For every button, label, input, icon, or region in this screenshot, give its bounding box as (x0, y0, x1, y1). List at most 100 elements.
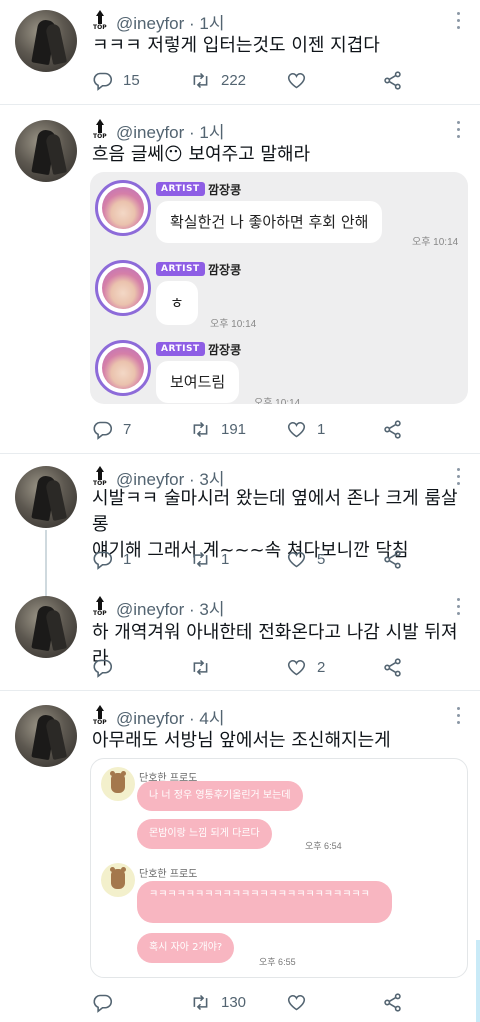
tweet-actions: 1 1 5 (92, 548, 432, 570)
tweet-handle[interactable]: @ineyfor · 1시 (116, 118, 224, 143)
avatar[interactable] (15, 10, 77, 72)
chat-avatar (101, 767, 135, 801)
more-icon[interactable] (451, 598, 465, 618)
more-icon[interactable] (451, 12, 465, 32)
top-icon: TOP (92, 466, 108, 488)
retweet-icon (193, 421, 208, 437)
chat-bubble: ㅋㅋㅋㅋㅋㅋㅋㅋㅋㅋㅋㅋㅋㅋㅋㅋㅋㅋㅋㅋㅋㅋㅋㅋ (137, 881, 392, 923)
share-icon (384, 70, 401, 90)
tweet-text: ㅋㅋㅋ 저렇게 입터는것도 이젠 지겹다 (92, 35, 380, 56)
tweet-handle[interactable]: @ineyfor · 4시 (116, 704, 224, 729)
share-icon (384, 419, 401, 439)
top-icon: TOP (92, 705, 108, 727)
chat-time: 오후 10:14 (412, 237, 459, 248)
chat-sender-name: 깜장콩 (208, 343, 242, 357)
retweet-button[interactable]: 130 (190, 991, 246, 1013)
reply-button[interactable]: 1 (92, 548, 131, 570)
chat-bubble: ㅎ (156, 281, 198, 325)
avatar[interactable] (15, 705, 77, 767)
like-button[interactable] (286, 991, 317, 1013)
tweet-2[interactable]: TOP @ineyfor · 1시 흐음 글쎄😶 보여주고 말해라 ARTIST… (0, 105, 480, 453)
reply-button[interactable]: 15 (92, 69, 140, 91)
tweet-handle[interactable]: @ineyfor · 3시 (116, 595, 224, 620)
tweet-actions: 2 (92, 656, 432, 678)
chat-bubble: 보여드림 (156, 361, 240, 403)
reply-icon (93, 72, 113, 91)
embedded-chat-image[interactable]: ARTIST 깜장콩 확실한건 나 좋아하면 후회 안해 오후 10:14 AR… (90, 172, 468, 404)
chat-time: 오후 6:55 (259, 957, 296, 967)
avatar[interactable] (15, 466, 77, 528)
chat-sender-name: 깜장콩 (208, 263, 242, 277)
tweet-handle[interactable]: @ineyfor · 1시 (116, 9, 224, 34)
avatar[interactable] (15, 596, 77, 658)
chat-time: 오후 10:14 (210, 319, 257, 330)
tweet-5[interactable]: TOP @ineyfor · 4시 아무래도 서방님 앞에서는 조신해지는게 단… (0, 691, 480, 1022)
like-button[interactable]: 2 (286, 656, 325, 678)
tweet-3[interactable]: TOP @ineyfor · 3시 시발ㅋㅋ 술마시러 왔는데 옆에서 존나 크… (0, 454, 480, 584)
more-icon[interactable] (451, 121, 465, 141)
tweet-text: 아무래도 서방님 앞에서는 조신해지는게 (92, 730, 391, 751)
share-button[interactable] (382, 991, 403, 1013)
retweet-button[interactable] (190, 656, 221, 678)
artist-badge: ARTIST (156, 342, 205, 356)
heart-icon (287, 72, 306, 88)
reply-icon (93, 994, 113, 1013)
retweet-button[interactable]: 222 (190, 69, 246, 91)
retweet-icon (193, 72, 208, 88)
share-button[interactable] (382, 69, 403, 91)
tweet-header: TOP @ineyfor · 1시 (92, 8, 224, 34)
like-button[interactable]: 5 (286, 548, 325, 570)
reply-button[interactable]: 7 (92, 418, 131, 440)
artist-badge: ARTIST (156, 182, 205, 196)
retweet-icon (193, 994, 208, 1010)
chat-bubble: 몬밤이랑 느낌 되게 다르다 (137, 819, 272, 849)
tweet-actions: 130 (92, 991, 432, 1013)
chat-avatar (95, 340, 151, 396)
share-button[interactable] (382, 656, 403, 678)
scrollbar[interactable] (476, 940, 480, 1022)
share-button[interactable] (382, 548, 403, 570)
top-icon: TOP (92, 119, 108, 141)
heart-icon (287, 421, 306, 437)
reply-icon (93, 659, 113, 678)
tweet-actions: 15 222 (92, 69, 432, 91)
tweet-4[interactable]: TOP @ineyfor · 3시 하 개역겨워 아내한테 전화온다고 나감 시… (0, 586, 480, 690)
chat-time: 오후 10:14 (254, 398, 301, 404)
chat-avatar (101, 863, 135, 897)
heart-icon (287, 551, 306, 567)
chat-avatar (95, 260, 151, 316)
top-icon: TOP (92, 10, 108, 32)
chat-sender-name: 깜장콩 (208, 183, 242, 197)
more-icon[interactable] (451, 468, 465, 488)
tweet-text: 흐음 글쎄😶 보여주고 말해라 (92, 144, 311, 165)
artist-badge: ARTIST (156, 262, 205, 276)
tweet-actions: 7 191 1 (92, 418, 432, 440)
retweet-icon (193, 659, 208, 675)
tweet-header: TOP @ineyfor · 4시 (92, 703, 224, 729)
retweet-icon (193, 551, 208, 567)
tweet-header: TOP @ineyfor · 1시 (92, 117, 224, 143)
tweet-header: TOP @ineyfor · 3시 (92, 594, 224, 620)
embedded-chat-image[interactable]: 단호한 프로도 나 너 정우 영통후기올린거 보는데 몬밤이랑 느낌 되게 다르… (90, 758, 468, 978)
heart-icon (287, 659, 306, 675)
chat-bubble: 확실한건 나 좋아하면 후회 안해 (156, 201, 383, 243)
heart-icon (287, 994, 306, 1010)
like-button[interactable]: 1 (286, 418, 325, 440)
chat-bubble: 나 너 정우 영통후기올린거 보는데 (137, 781, 303, 811)
like-button[interactable] (286, 69, 317, 91)
retweet-button[interactable]: 1 (190, 548, 229, 570)
chat-avatar (95, 180, 151, 236)
share-icon (384, 992, 401, 1012)
chat-bubble: 혹시 자아 2개야? (137, 933, 235, 963)
tweet-1[interactable]: TOP @ineyfor · 1시 ㅋㅋㅋ 저렇게 입터는것도 이젠 지겹다 1… (0, 0, 480, 104)
retweet-button[interactable]: 191 (190, 418, 246, 440)
more-icon[interactable] (451, 707, 465, 727)
share-icon (384, 549, 401, 569)
reply-button[interactable] (92, 991, 123, 1013)
avatar[interactable] (15, 120, 77, 182)
chat-sender-name: 단호한 프로도 (139, 869, 198, 880)
share-button[interactable] (382, 418, 403, 440)
chat-time: 오후 6:54 (305, 841, 342, 851)
reply-button[interactable] (92, 656, 123, 678)
reply-icon (93, 551, 113, 570)
